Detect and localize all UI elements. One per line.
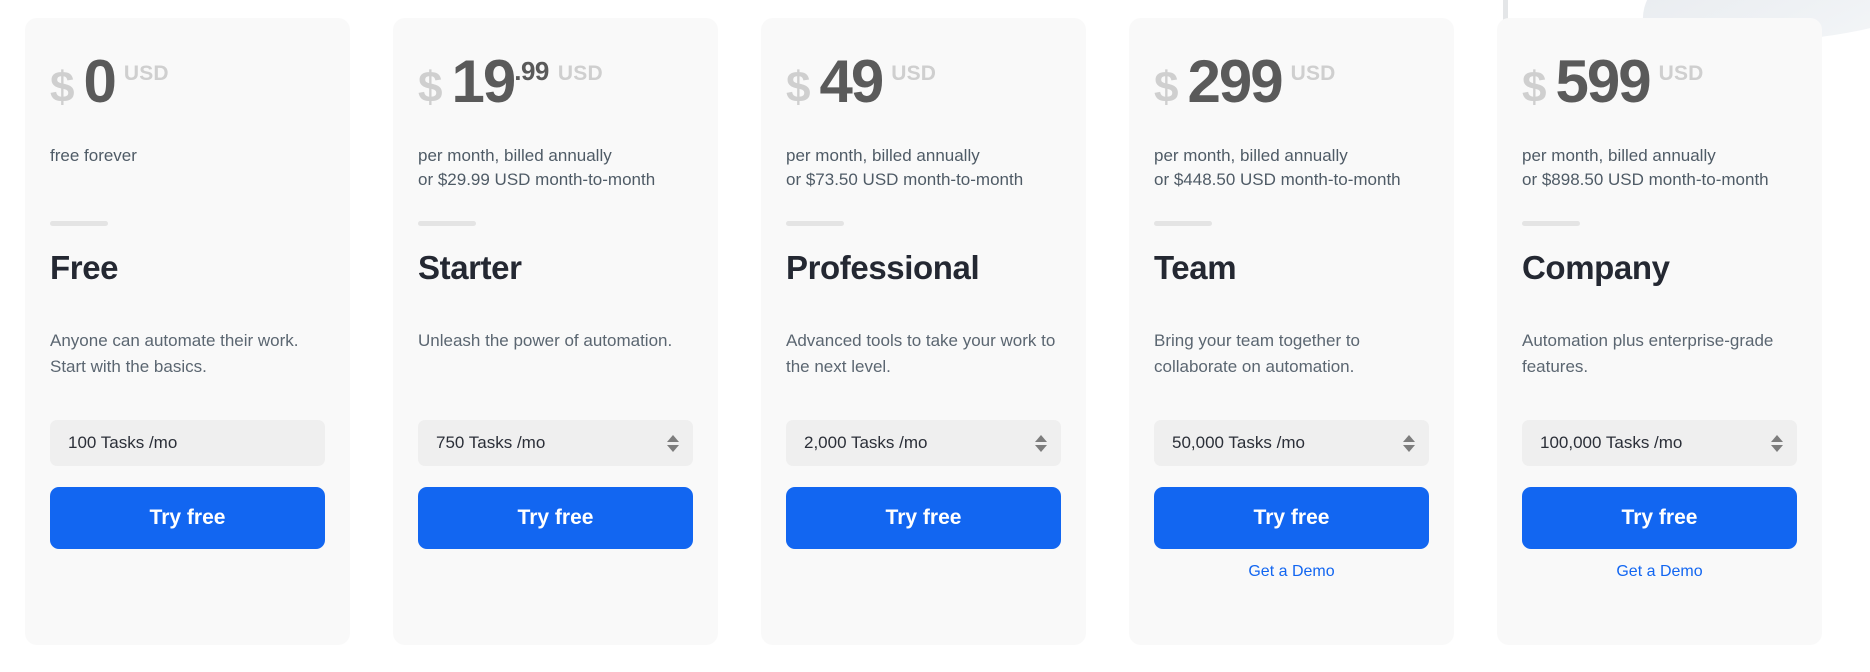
stepper-arrows-icon[interactable] (1035, 434, 1047, 452)
price-cents: .99 (514, 56, 549, 86)
billing-line-secondary: or $73.50 USD month-to-month (786, 170, 1024, 190)
pricing-card: $ 19 .99 USD per month, billed annually … (393, 18, 718, 645)
price-display: $ 49 USD (786, 52, 1061, 122)
currency-code: USD (1658, 62, 1704, 85)
pricing-card: $ 599 USD per month, billed annually or … (1497, 18, 1822, 645)
currency-code: USD (557, 62, 603, 85)
billing-note: per month, billed annually or $73.50 USD… (786, 144, 1061, 193)
try-free-button[interactable]: Try free (1154, 487, 1429, 550)
section-divider (50, 221, 108, 226)
get-a-demo-link[interactable]: Get a Demo (1154, 563, 1429, 581)
price-amount: 19 (451, 48, 516, 115)
currency-symbol: $ (418, 63, 443, 112)
billing-note: per month, billed annually or $448.50 US… (1154, 144, 1429, 193)
tasks-quantity-select[interactable]: 100,000 Tasks /mo (1522, 420, 1797, 467)
billing-line-primary: per month, billed annually (418, 146, 612, 165)
section-divider (1154, 221, 1212, 226)
try-free-button[interactable]: Try free (50, 487, 325, 550)
tasks-quantity-select: 100 Tasks /mo (50, 420, 325, 467)
plan-description: Advanced tools to take your work to the … (786, 331, 1056, 376)
get-a-demo-link[interactable]: Get a Demo (1522, 563, 1797, 581)
pricing-card: $ 0 USD free forever Free Anyone can aut… (25, 18, 350, 645)
stepper-arrows-icon[interactable] (1403, 434, 1415, 452)
currency-symbol: $ (1522, 63, 1547, 112)
billing-note: per month, billed annually or $29.99 USD… (418, 144, 693, 193)
pricing-card: $ 49 USD per month, billed annually or $… (761, 18, 1086, 645)
try-free-button[interactable]: Try free (1522, 487, 1797, 550)
chevron-down-icon[interactable] (1035, 444, 1047, 452)
tasks-quantity-select[interactable]: 50,000 Tasks /mo (1154, 420, 1429, 467)
billing-note: per month, billed annually or $898.50 US… (1522, 144, 1797, 193)
chevron-down-icon[interactable] (667, 444, 679, 452)
tasks-quantity-value: 100 Tasks /mo (68, 433, 178, 453)
plan-description: Automation plus enterprise-grade feature… (1522, 331, 1774, 376)
pricing-card-list: $ 0 USD free forever Free Anyone can aut… (0, 18, 1870, 648)
price-amount: 299 (1187, 48, 1283, 115)
billing-line-secondary: or $448.50 USD month-to-month (1154, 170, 1401, 190)
price-amount: 0 (83, 48, 116, 115)
tasks-quantity-select[interactable]: 2,000 Tasks /mo (786, 420, 1061, 467)
section-divider (786, 221, 844, 226)
try-free-button[interactable]: Try free (786, 487, 1061, 550)
try-free-button[interactable]: Try free (418, 487, 693, 550)
chevron-up-icon[interactable] (667, 434, 679, 442)
chevron-up-icon[interactable] (1035, 434, 1047, 442)
pricing-card: $ 299 USD per month, billed annually or … (1129, 18, 1454, 645)
price-display: $ 19 .99 USD (418, 52, 693, 122)
plan-name: Team (1154, 249, 1237, 286)
price-amount: 49 (819, 48, 884, 115)
chevron-down-icon[interactable] (1403, 444, 1415, 452)
billing-line-secondary: or $898.50 USD month-to-month (1522, 170, 1769, 190)
tasks-quantity-value: 750 Tasks /mo (436, 433, 546, 453)
tasks-quantity-select[interactable]: 750 Tasks /mo (418, 420, 693, 467)
currency-symbol: $ (50, 63, 75, 112)
currency-code: USD (891, 62, 937, 85)
price-display: $ 599 USD (1522, 52, 1797, 122)
pricing-page: $ 0 USD free forever Free Anyone can aut… (0, 0, 1870, 672)
plan-name: Free (50, 249, 119, 286)
plan-description: Unleash the power of automation. (418, 331, 673, 351)
stepper-arrows-icon[interactable] (667, 434, 679, 452)
billing-line-primary: per month, billed annually (786, 146, 980, 165)
currency-symbol: $ (786, 63, 811, 112)
plan-description: Bring your team together to collaborate … (1154, 331, 1361, 376)
plan-name: Starter (418, 249, 522, 286)
currency-symbol: $ (1154, 63, 1179, 112)
section-divider (418, 221, 476, 226)
chevron-up-icon[interactable] (1771, 434, 1783, 442)
chevron-down-icon[interactable] (1771, 444, 1783, 452)
section-divider (1522, 221, 1580, 226)
plan-description: Anyone can automate their work. Start wi… (50, 331, 299, 376)
price-display: $ 0 USD (50, 52, 325, 122)
price-amount: 599 (1555, 48, 1651, 115)
plan-name: Company (1522, 249, 1670, 286)
currency-code: USD (123, 62, 169, 85)
billing-line-primary: per month, billed annually (1154, 146, 1348, 165)
billing-line-primary: free forever (50, 146, 137, 165)
tasks-quantity-value: 50,000 Tasks /mo (1172, 433, 1305, 453)
billing-line-secondary: or $29.99 USD month-to-month (418, 170, 656, 190)
stepper-arrows-icon[interactable] (1771, 434, 1783, 452)
billing-note: free forever (50, 144, 325, 193)
tasks-quantity-value: 100,000 Tasks /mo (1540, 433, 1683, 453)
billing-line-primary: per month, billed annually (1522, 146, 1716, 165)
price-display: $ 299 USD (1154, 52, 1429, 122)
plan-name: Professional (786, 249, 980, 286)
tasks-quantity-value: 2,000 Tasks /mo (804, 433, 928, 453)
currency-code: USD (1290, 62, 1336, 85)
chevron-up-icon[interactable] (1403, 434, 1415, 442)
